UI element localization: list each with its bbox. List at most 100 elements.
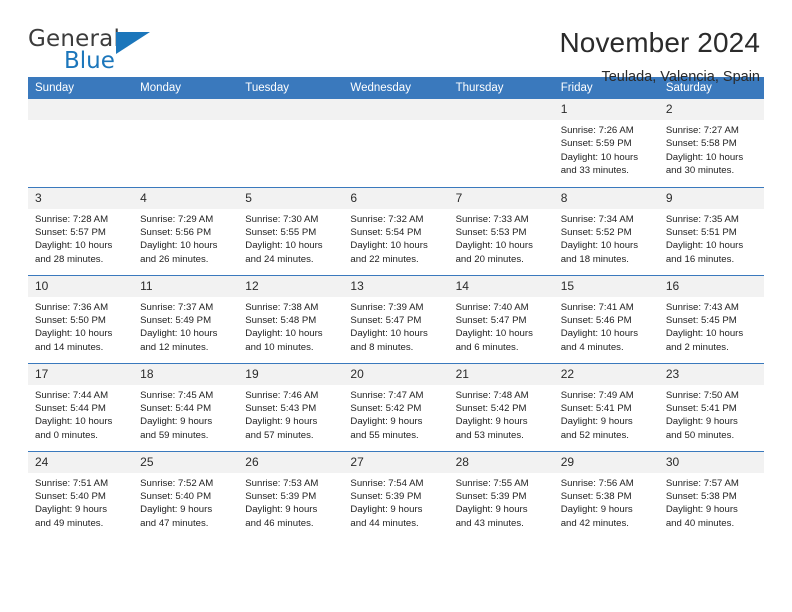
day-details: Sunrise: 7:48 AM Sunset: 5:42 PM Daylight:… xyxy=(449,385,554,443)
sunset-time: Sunset: 5:40 PM xyxy=(140,490,212,502)
day-cell[interactable]: 3 Sunrise: 7:28 AM Sunset: 5:57 PM Daylight… xyxy=(28,186,134,275)
daylight-duration-line1: Daylight: 9 hours xyxy=(140,416,213,428)
sunset-time: Sunset: 5:59 PM xyxy=(560,138,632,150)
daylight-duration-line1: Daylight: 10 hours xyxy=(245,328,323,340)
day-cell[interactable]: 12 Sunrise: 7:38 AM Sunset: 5:48 PM Dayligh… xyxy=(238,274,344,363)
daylight-duration-line1: Daylight: 10 hours xyxy=(140,240,218,252)
day-cell[interactable]: 30 Sunrise: 7:57 AM Sunset: 5:38 PM Dayligh… xyxy=(658,450,764,539)
day-details: Sunrise: 7:30 AM Sunset: 5:55 PM Daylight:… xyxy=(238,209,343,267)
day-details: Sunrise: 7:46 AM Sunset: 5:43 PM Daylight:… xyxy=(238,385,343,443)
page-header: General Blue November 2024 Teulada, Vale… xyxy=(28,0,764,85)
sunrise-time: Sunrise: 7:44 AM xyxy=(35,389,109,401)
day-number: 21 xyxy=(448,363,554,385)
day-number: 2 xyxy=(658,99,764,120)
daylight-duration-line2: and 42 minutes. xyxy=(560,517,629,529)
day-details: Sunrise: 7:32 AM Sunset: 5:54 PM Daylight:… xyxy=(343,209,448,267)
day-details: Sunrise: 7:34 AM Sunset: 5:52 PM Daylight:… xyxy=(554,209,659,267)
sunset-time: Sunset: 5:38 PM xyxy=(665,490,737,502)
daylight-duration-line2: and 24 minutes. xyxy=(245,253,314,265)
day-cell[interactable]: 21 Sunrise: 7:48 AM Sunset: 5:42 PM Dayligh… xyxy=(448,362,554,451)
sunrise-time: Sunrise: 7:36 AM xyxy=(35,301,109,313)
sunrise-time: Sunrise: 7:41 AM xyxy=(560,301,634,313)
day-cell[interactable]: 22 Sunrise: 7:49 AM Sunset: 5:41 PM Dayligh… xyxy=(553,362,659,451)
day-cell[interactable]: 25 Sunrise: 7:52 AM Sunset: 5:40 PM Dayligh… xyxy=(133,450,239,539)
day-details: Sunrise: 7:38 AM Sunset: 5:48 PM Daylight:… xyxy=(238,297,343,355)
day-cell[interactable]: 23 Sunrise: 7:50 AM Sunset: 5:41 PM Dayligh… xyxy=(658,362,764,451)
day-details: Sunrise: 7:29 AM Sunset: 5:56 PM Daylight:… xyxy=(133,209,238,267)
day-cell[interactable]: 15 Sunrise: 7:41 AM Sunset: 5:46 PM Dayligh… xyxy=(553,274,659,363)
day-cell[interactable]: 28 Sunrise: 7:55 AM Sunset: 5:39 PM Dayligh… xyxy=(448,450,554,539)
day-cell[interactable]: 11 Sunrise: 7:37 AM Sunset: 5:49 PM Dayligh… xyxy=(133,274,239,363)
daylight-duration-line2: and 4 minutes. xyxy=(560,341,624,353)
day-details: Sunrise: 7:52 AM Sunset: 5:40 PM Daylight:… xyxy=(133,473,238,531)
sunrise-time: Sunrise: 7:34 AM xyxy=(560,213,634,225)
day-cell[interactable]: 24 Sunrise: 7:51 AM Sunset: 5:40 PM Dayligh… xyxy=(28,450,134,539)
sunset-time: Sunset: 5:47 PM xyxy=(455,314,527,326)
day-details: Sunrise: 7:28 AM Sunset: 5:57 PM Daylight:… xyxy=(28,209,133,267)
day-cell[interactable]: 1 Sunrise: 7:26 AM Sunset: 5:59 PM Daylight… xyxy=(553,99,659,187)
day-number: 14 xyxy=(448,275,554,297)
day-number: 4 xyxy=(133,187,239,209)
sunrise-time: Sunrise: 7:56 AM xyxy=(560,477,634,489)
day-number: 13 xyxy=(343,275,449,297)
calendar-page: General Blue November 2024 Teulada, Vale… xyxy=(0,0,792,612)
day-details: Sunrise: 7:54 AM Sunset: 5:39 PM Daylight:… xyxy=(343,473,448,531)
day-details: Sunrise: 7:44 AM Sunset: 5:44 PM Daylight:… xyxy=(28,385,133,443)
day-cell[interactable]: 4 Sunrise: 7:29 AM Sunset: 5:56 PM Daylight… xyxy=(133,186,239,275)
day-cell[interactable]: 16 Sunrise: 7:43 AM Sunset: 5:45 PM Dayligh… xyxy=(658,274,764,363)
sunrise-time: Sunrise: 7:47 AM xyxy=(350,389,424,401)
day-number: 3 xyxy=(28,187,134,209)
day-cell[interactable]: 14 Sunrise: 7:40 AM Sunset: 5:47 PM Dayligh… xyxy=(448,274,554,363)
daylight-duration-line1: Daylight: 10 hours xyxy=(350,328,428,340)
brand-logo[interactable]: General Blue xyxy=(28,26,218,80)
day-cell[interactable]: 26 Sunrise: 7:53 AM Sunset: 5:39 PM Dayligh… xyxy=(238,450,344,539)
day-cell[interactable]: 8 Sunrise: 7:34 AM Sunset: 5:52 PM Daylight… xyxy=(553,186,659,275)
daylight-duration-line1: Daylight: 10 hours xyxy=(455,328,533,340)
day-cell[interactable]: 5 Sunrise: 7:30 AM Sunset: 5:55 PM Daylight… xyxy=(238,186,344,275)
sunrise-time: Sunrise: 7:55 AM xyxy=(455,477,529,489)
day-details: Sunrise: 7:39 AM Sunset: 5:47 PM Daylight:… xyxy=(343,297,448,355)
day-cell[interactable]: 17 Sunrise: 7:44 AM Sunset: 5:44 PM Dayligh… xyxy=(28,362,134,451)
day-cell-empty xyxy=(28,99,134,187)
brand-triangle-icon xyxy=(116,32,150,54)
day-cell[interactable]: 7 Sunrise: 7:33 AM Sunset: 5:53 PM Daylight… xyxy=(448,186,554,275)
daylight-duration-line1: Daylight: 9 hours xyxy=(350,504,423,516)
day-details: Sunrise: 7:45 AM Sunset: 5:44 PM Daylight:… xyxy=(133,385,238,443)
sunset-time: Sunset: 5:54 PM xyxy=(350,226,422,238)
day-number xyxy=(343,99,449,120)
day-number: 10 xyxy=(28,275,134,297)
day-cell[interactable]: 29 Sunrise: 7:56 AM Sunset: 5:38 PM Dayligh… xyxy=(553,450,659,539)
sunrise-time: Sunrise: 7:39 AM xyxy=(350,301,424,313)
sunset-time: Sunset: 5:42 PM xyxy=(455,402,527,414)
day-cell[interactable]: 20 Sunrise: 7:47 AM Sunset: 5:42 PM Dayligh… xyxy=(343,362,449,451)
daylight-duration-line1: Daylight: 10 hours xyxy=(665,240,744,252)
day-details: Sunrise: 7:51 AM Sunset: 5:40 PM Daylight:… xyxy=(28,473,133,531)
day-number: 7 xyxy=(448,187,554,209)
daylight-duration-line2: and 2 minutes. xyxy=(665,341,729,353)
day-number: 8 xyxy=(553,187,659,209)
daylight-duration-line1: Daylight: 9 hours xyxy=(560,416,633,428)
day-number: 20 xyxy=(343,363,449,385)
day-cell-empty xyxy=(448,99,554,187)
day-details: Sunrise: 7:57 AM Sunset: 5:38 PM Daylight:… xyxy=(659,473,764,531)
sunset-time: Sunset: 5:39 PM xyxy=(245,490,317,502)
day-cell[interactable]: 10 Sunrise: 7:36 AM Sunset: 5:50 PM Dayligh… xyxy=(28,274,134,363)
day-cell[interactable]: 13 Sunrise: 7:39 AM Sunset: 5:47 PM Dayligh… xyxy=(343,274,449,363)
day-cell[interactable]: 19 Sunrise: 7:46 AM Sunset: 5:43 PM Dayligh… xyxy=(238,362,344,451)
sunrise-time: Sunrise: 7:35 AM xyxy=(665,213,739,225)
weekday-header-wednesday: Wednesday xyxy=(343,77,449,99)
day-cell[interactable]: 27 Sunrise: 7:54 AM Sunset: 5:39 PM Dayligh… xyxy=(343,450,449,539)
daylight-duration-line1: Daylight: 10 hours xyxy=(35,416,113,428)
daylight-duration-line2: and 22 minutes. xyxy=(350,253,419,265)
day-cell[interactable]: 2 Sunrise: 7:27 AM Sunset: 5:58 PM Daylight… xyxy=(658,99,764,187)
daylight-duration-line1: Daylight: 9 hours xyxy=(245,416,318,428)
day-cell[interactable]: 6 Sunrise: 7:32 AM Sunset: 5:54 PM Daylight… xyxy=(343,186,449,275)
sunset-time: Sunset: 5:44 PM xyxy=(140,402,212,414)
day-number: 12 xyxy=(238,275,344,297)
sunset-time: Sunset: 5:39 PM xyxy=(455,490,527,502)
day-cell[interactable]: 9 Sunrise: 7:35 AM Sunset: 5:51 PM Daylight… xyxy=(658,186,764,275)
day-cell[interactable]: 18 Sunrise: 7:45 AM Sunset: 5:44 PM Dayligh… xyxy=(133,362,239,451)
daylight-duration-line2: and 18 minutes. xyxy=(560,253,629,265)
daylight-duration-line1: Daylight: 10 hours xyxy=(560,328,639,340)
day-details: Sunrise: 7:47 AM Sunset: 5:42 PM Daylight:… xyxy=(343,385,448,443)
